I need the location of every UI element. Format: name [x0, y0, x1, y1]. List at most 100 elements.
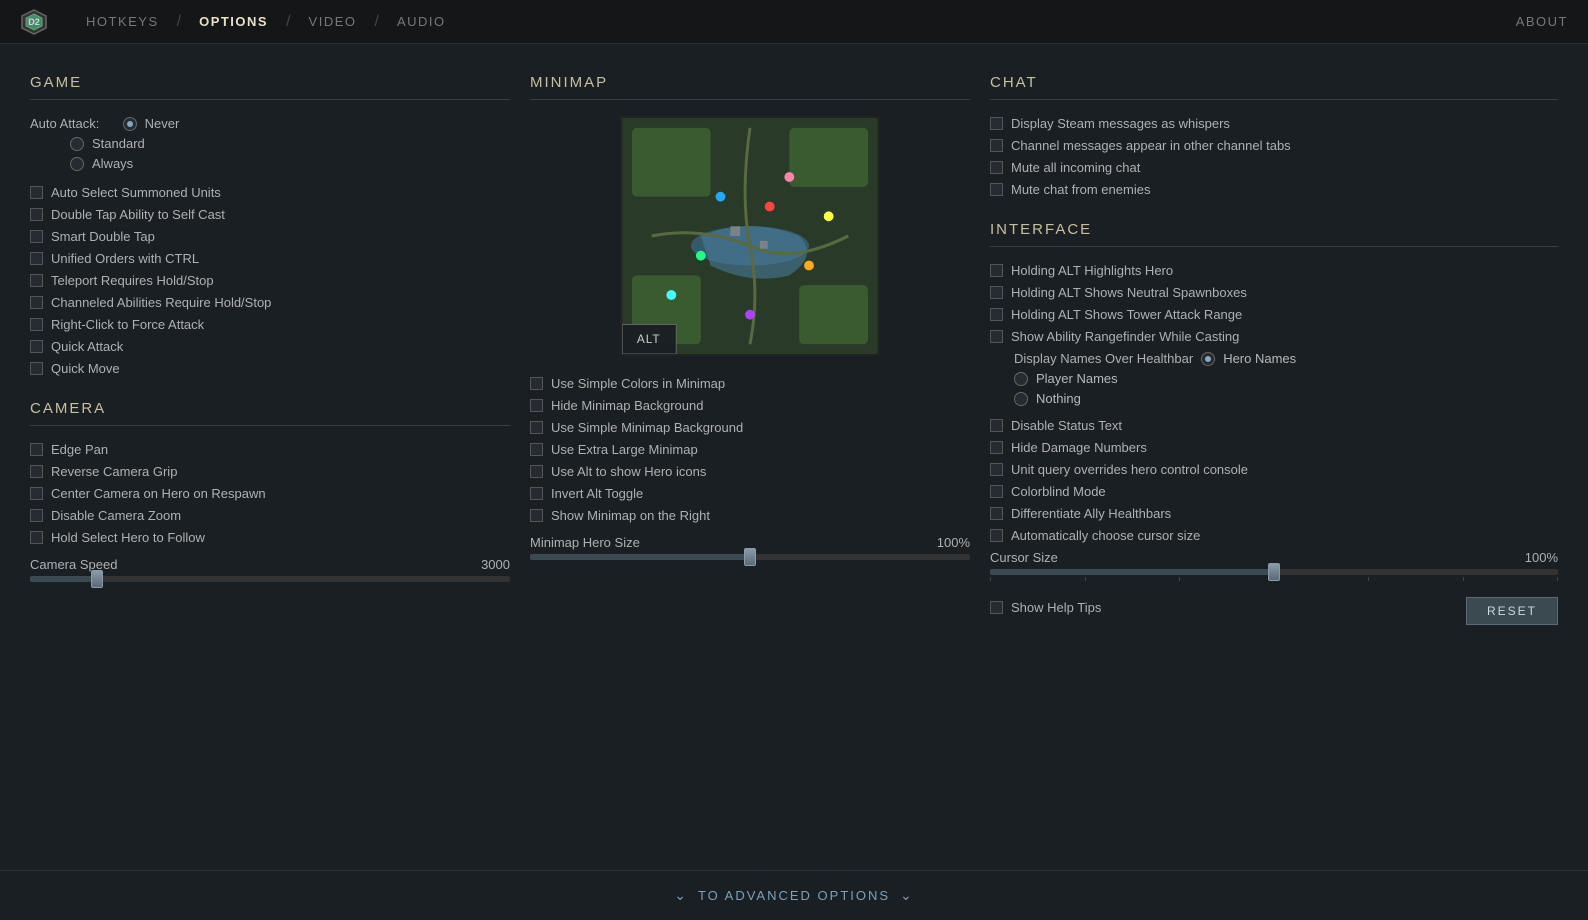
checkbox-row-teleport_hold: Teleport Requires Hold/Stop — [30, 273, 510, 288]
cb-double_tap[interactable] — [30, 208, 43, 221]
chat-title: CHAT — [990, 74, 1558, 91]
nav-video[interactable]: VIDEO — [291, 0, 375, 44]
checkbox-row-hold_alt_tower: Holding ALT Shows Tower Attack Range — [990, 307, 1558, 322]
cb-alt_hero_icons[interactable] — [530, 465, 543, 478]
checkbox-row-steam_whispers: Display Steam messages as whispers — [990, 116, 1558, 131]
cb-edge_pan[interactable] — [30, 443, 43, 456]
label-unified_orders: Unified Orders with CTRL — [51, 251, 199, 266]
nav-hotkeys[interactable]: HOTKEYS — [68, 0, 177, 44]
cb-teleport_hold[interactable] — [30, 274, 43, 287]
checkbox-row-simple_colors: Use Simple Colors in Minimap — [530, 376, 970, 391]
camera-speed-thumb[interactable] — [91, 570, 103, 588]
cb-center_camera[interactable] — [30, 487, 43, 500]
cb-minimap_right[interactable] — [530, 509, 543, 522]
label-auto_cursor: Automatically choose cursor size — [1011, 528, 1200, 543]
nav-items: HOTKEYS / OPTIONS / VIDEO / AUDIO — [68, 0, 1516, 44]
checkbox-row-unit_query: Unit query overrides hero control consol… — [990, 462, 1558, 477]
cb-colorblind[interactable] — [990, 485, 1003, 498]
checkbox-row-hold_alt_hero: Holding ALT Highlights Hero — [990, 263, 1558, 278]
checkbox-row-simple_bg: Use Simple Minimap Background — [530, 420, 970, 435]
tick-6 — [1463, 577, 1464, 581]
cb-unified_orders[interactable] — [30, 252, 43, 265]
checkbox-row-invert_alt: Invert Alt Toggle — [530, 486, 970, 501]
checkbox-row-smart_double: Smart Double Tap — [30, 229, 510, 244]
interface-title: INTERFACE — [990, 221, 1558, 238]
label-smart_double: Smart Double Tap — [51, 229, 155, 244]
show-help-cb[interactable] — [990, 601, 1003, 614]
cb-mute_incoming[interactable] — [990, 161, 1003, 174]
cb-hide_damage[interactable] — [990, 441, 1003, 454]
cb-disable_status[interactable] — [990, 419, 1003, 432]
cb-unit_query[interactable] — [990, 463, 1003, 476]
cursor-size-track[interactable] — [990, 569, 1558, 575]
cb-steam_whispers[interactable] — [990, 117, 1003, 130]
col-mid: MINIMAP — [510, 74, 990, 920]
checkbox-row-reverse_camera: Reverse Camera Grip — [30, 464, 510, 479]
camera-divider — [30, 425, 510, 426]
cb-extra_large[interactable] — [530, 443, 543, 456]
radio-nothing-row: Nothing — [990, 391, 1558, 406]
show-help-row: Show Help Tips — [990, 600, 1101, 615]
chevron-down-icon-left: ⌄ — [674, 887, 688, 904]
radio-hero-names[interactable] — [1201, 352, 1215, 366]
cb-hold_alt_hero[interactable] — [990, 264, 1003, 277]
label-center_camera: Center Camera on Hero on Respawn — [51, 486, 266, 501]
cb-quick_attack[interactable] — [30, 340, 43, 353]
interface-checkboxes: Holding ALT Highlights Hero Holding ALT S… — [990, 263, 1558, 344]
cb-ability_range[interactable] — [990, 330, 1003, 343]
cb-simple_colors[interactable] — [530, 377, 543, 390]
cb-auto_cursor[interactable] — [990, 529, 1003, 542]
game-title: GAME — [30, 74, 510, 91]
checkbox-row-quick_attack: Quick Attack — [30, 339, 510, 354]
cb-auto_select[interactable] — [30, 186, 43, 199]
radio-player-names[interactable] — [1014, 372, 1028, 386]
label-hold_alt_hero: Holding ALT Highlights Hero — [1011, 263, 1173, 278]
label-extra_large: Use Extra Large Minimap — [551, 442, 698, 457]
camera-speed-track[interactable] — [30, 576, 510, 582]
cb-hold_alt_tower[interactable] — [990, 308, 1003, 321]
cb-hide_bg[interactable] — [530, 399, 543, 412]
cb-channeled[interactable] — [30, 296, 43, 309]
nav-audio[interactable]: AUDIO — [379, 0, 464, 44]
radio-hero-names-label: Hero Names — [1223, 351, 1296, 366]
cb-diff_ally[interactable] — [990, 507, 1003, 520]
to-advanced-options[interactable]: ⌄ TO ADVANCED OPTIONS ⌄ — [674, 887, 914, 904]
label-hold_alt_neutral: Holding ALT Shows Neutral Spawnboxes — [1011, 285, 1247, 300]
cb-hold_select[interactable] — [30, 531, 43, 544]
label-colorblind: Colorblind Mode — [1011, 484, 1106, 499]
cb-hold_alt_neutral[interactable] — [990, 286, 1003, 299]
tick-2 — [1085, 577, 1086, 581]
nav-options[interactable]: OPTIONS — [181, 0, 286, 44]
radio-never[interactable] — [123, 117, 137, 131]
cursor-size-thumb[interactable] — [1268, 563, 1280, 581]
logo-icon: D2 — [20, 8, 48, 36]
radio-always-row: Always — [30, 156, 510, 171]
tick-5 — [1368, 577, 1369, 581]
label-double_tap: Double Tap Ability to Self Cast — [51, 207, 225, 222]
radio-nothing[interactable] — [1014, 392, 1028, 406]
cb-quick_move[interactable] — [30, 362, 43, 375]
interface-divider — [990, 246, 1558, 247]
radio-standard[interactable] — [70, 137, 84, 151]
cb-channel_tabs[interactable] — [990, 139, 1003, 152]
label-diff_ally: Differentiate Ally Healthbars — [1011, 506, 1171, 521]
col-right: CHAT Display Steam messages as whispers C… — [990, 74, 1558, 920]
label-minimap_right: Show Minimap on the Right — [551, 508, 710, 523]
minimap-hero-size-track[interactable] — [530, 554, 970, 560]
cb-right_click[interactable] — [30, 318, 43, 331]
cb-mute_enemies[interactable] — [990, 183, 1003, 196]
label-hide_damage: Hide Damage Numbers — [1011, 440, 1147, 455]
cb-invert_alt[interactable] — [530, 487, 543, 500]
cb-reverse_camera[interactable] — [30, 465, 43, 478]
checkbox-row-auto_cursor: Automatically choose cursor size — [990, 528, 1558, 543]
label-teleport_hold: Teleport Requires Hold/Stop — [51, 273, 214, 288]
nav-about[interactable]: ABOUT — [1516, 14, 1568, 29]
cb-disable_zoom[interactable] — [30, 509, 43, 522]
minimap-hero-size-thumb[interactable] — [744, 548, 756, 566]
cb-smart_double[interactable] — [30, 230, 43, 243]
radio-always[interactable] — [70, 157, 84, 171]
game-section: GAME Auto Attack: Never Standard Always — [30, 74, 510, 376]
reset-button[interactable]: RESET — [1466, 597, 1558, 625]
label-hold_alt_tower: Holding ALT Shows Tower Attack Range — [1011, 307, 1242, 322]
cb-simple_bg[interactable] — [530, 421, 543, 434]
